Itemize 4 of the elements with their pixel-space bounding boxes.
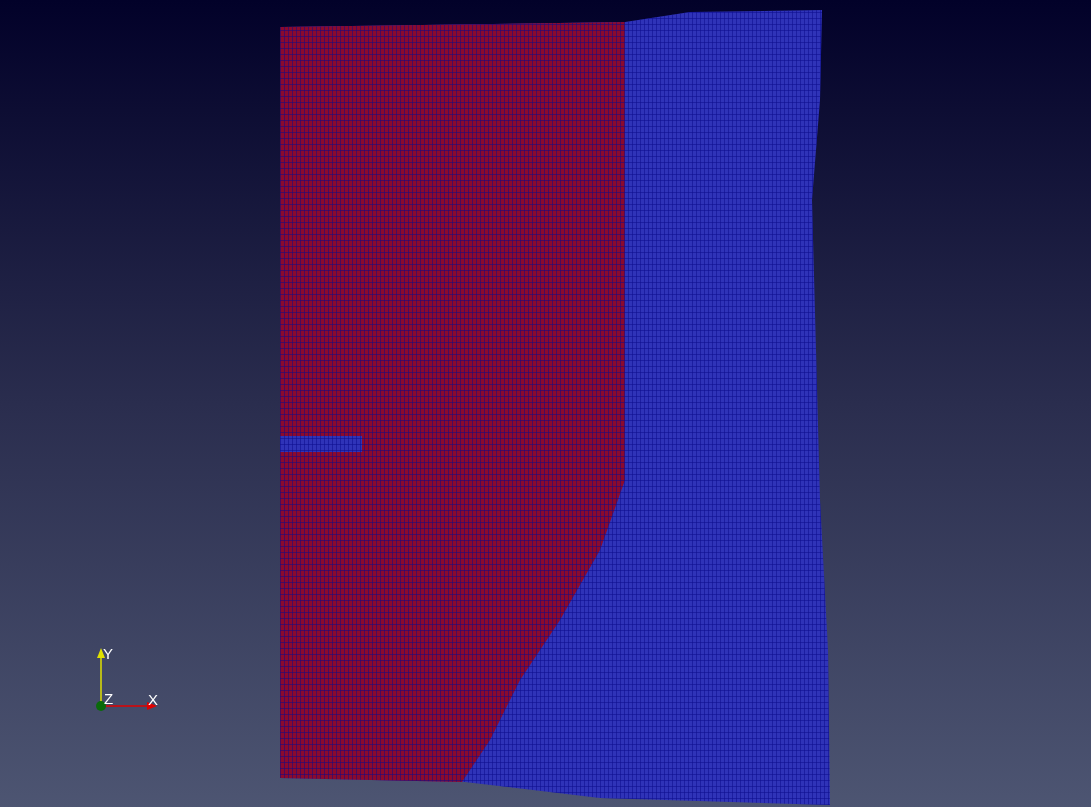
x-axis-label: X <box>148 692 158 707</box>
axes-triad-icon <box>95 648 157 712</box>
z-axis-label: Z <box>104 691 114 706</box>
y-axis-label: Y <box>103 646 113 661</box>
